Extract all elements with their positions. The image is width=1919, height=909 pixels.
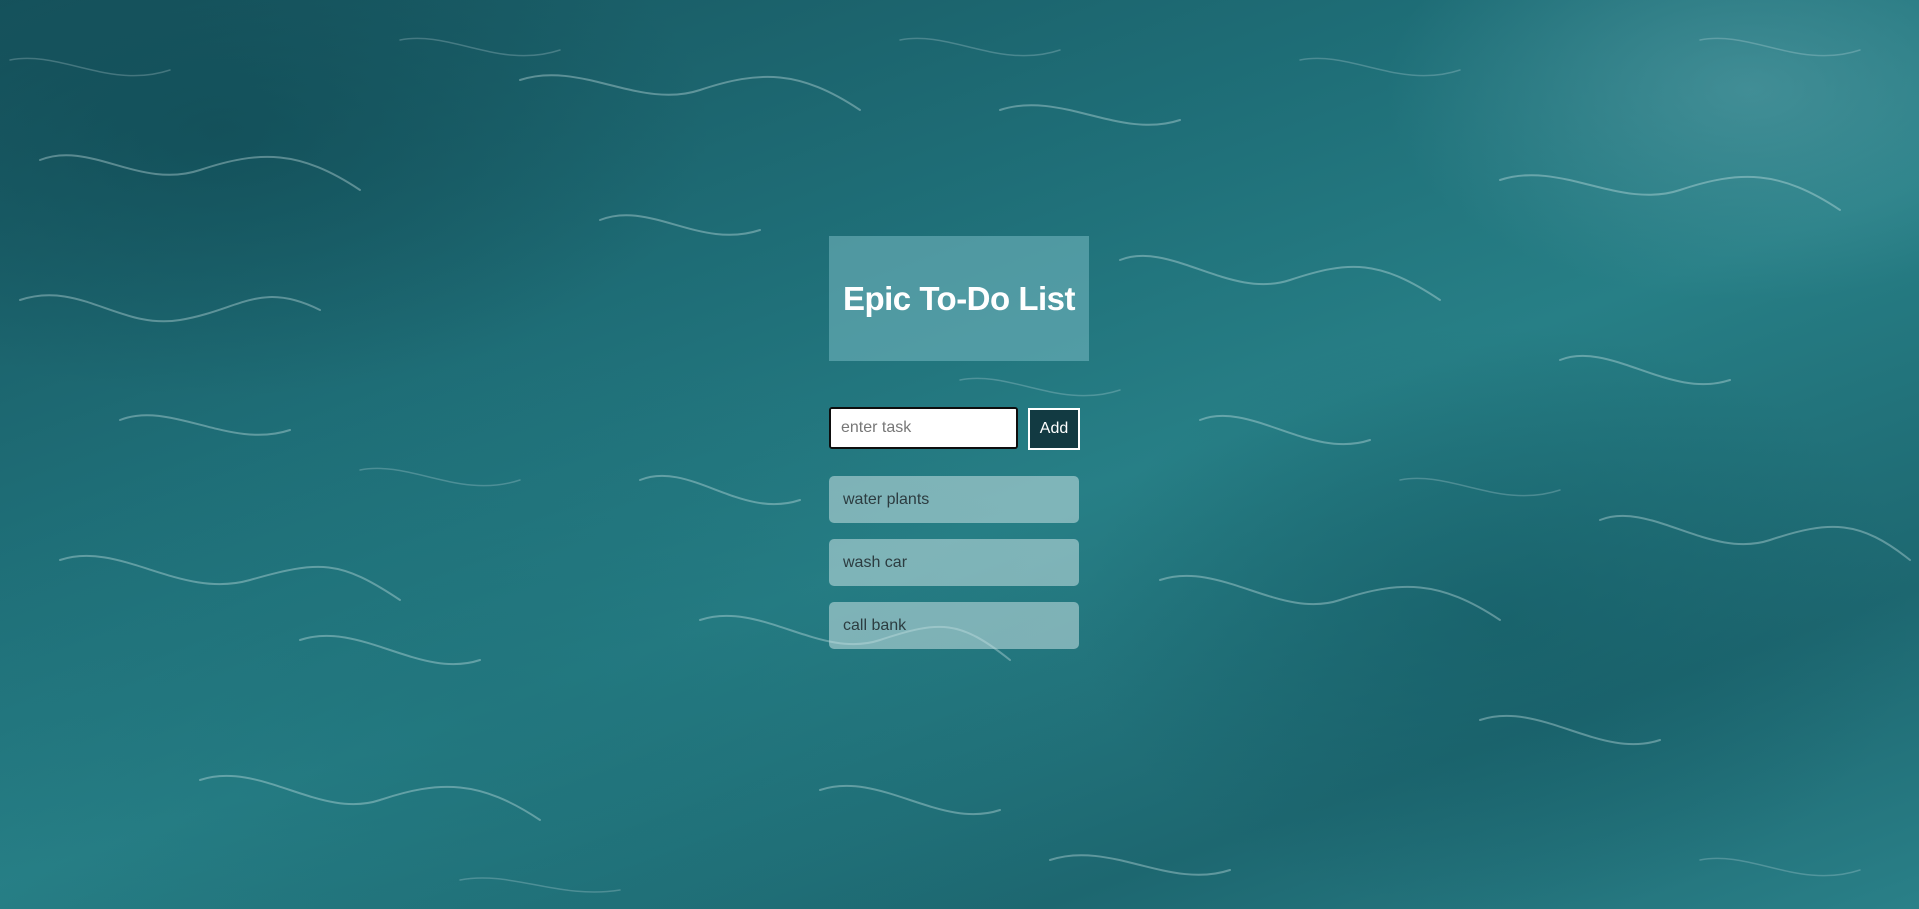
ocean-background [0,0,1919,909]
task-input[interactable] [829,407,1018,449]
task-list: water plants wash car call bank [829,476,1079,665]
page-title: Epic To-Do List [842,279,1076,317]
list-item[interactable]: call bank [829,602,1079,649]
list-item[interactable]: wash car [829,539,1079,586]
title-card: Epic To-Do List [829,236,1089,361]
add-button[interactable]: Add [1028,408,1080,450]
wave-foam-pattern [9,37,1911,893]
list-item[interactable]: water plants [829,476,1079,523]
